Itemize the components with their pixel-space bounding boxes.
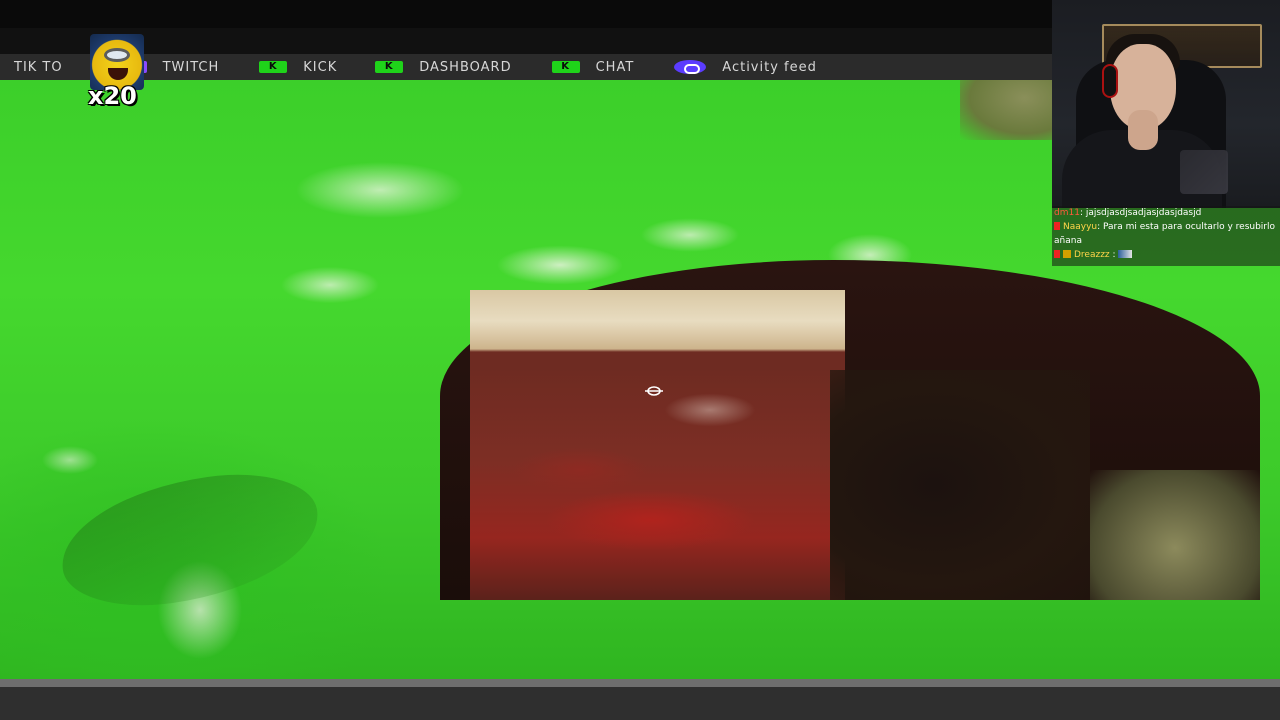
headset-icon [1102, 64, 1118, 98]
nav-item-tiktok[interactable]: TIK TO [14, 54, 63, 80]
nav-item-dashboard[interactable]: DASHBOARD [375, 54, 511, 80]
player-progress-bar[interactable] [0, 679, 1280, 687]
stream-nav-bar: TIK TO TWITCH KICK DASHBOARD CHAT Activi… [0, 54, 1052, 80]
emote-mouth [108, 68, 128, 80]
nav-item-label: CHAT [595, 59, 635, 75]
kick-icon [259, 61, 288, 73]
chat-overlay: dm11: jajsdjasdjsadjasjdasjdasjd Naayyu:… [1052, 206, 1280, 266]
chat-username: Naayyu [1063, 222, 1098, 232]
chat-text: : jajsdjasdjsadjasjdasjdasjd [1079, 208, 1202, 218]
kick-icon [375, 61, 404, 73]
webcam-overlay [1052, 0, 1280, 208]
game-foliage [52, 462, 328, 618]
emote-sticker: x20 [86, 34, 144, 110]
game-block [470, 290, 845, 600]
nav-item-label: DASHBOARD [419, 59, 512, 75]
emote-eye [104, 48, 130, 62]
nav-item-kick[interactable]: KICK [259, 54, 337, 80]
player-control-bar [0, 687, 1280, 720]
chat-text: añana [1054, 236, 1082, 246]
nav-item-label: TWITCH [162, 59, 220, 75]
crosshair-icon [645, 386, 663, 396]
nav-item-label: KICK [303, 59, 338, 75]
chat-message: dm11: jajsdjasdjsadjasjdasjdasjd [1054, 206, 1278, 220]
webcam-person-hand [1128, 110, 1158, 150]
subscriber-badge-icon [1063, 250, 1071, 258]
activity-icon [674, 60, 707, 74]
nav-item-label: Activity feed [722, 59, 817, 75]
game-rubble [1090, 470, 1260, 600]
chat-emote-icon [1118, 250, 1133, 258]
hoodie-logo [1180, 150, 1228, 194]
moderator-badge-icon [1054, 222, 1060, 230]
nav-item-label: TIK TO [14, 59, 63, 75]
game-terrain [960, 80, 1052, 140]
chat-text: : [1109, 250, 1116, 260]
emote-count: x20 [88, 82, 137, 110]
chat-message: Dreazzz : [1054, 248, 1278, 262]
nav-item-chat[interactable]: CHAT [551, 54, 635, 80]
chat-text: : Para mi esta para ocultarlo y resubirl… [1097, 222, 1276, 232]
chat-message-continued: añana [1054, 234, 1278, 248]
chat-message: Naayyu: Para mi esta para ocultarlo y re… [1054, 220, 1278, 234]
game-shadow [830, 370, 1090, 600]
nav-item-activity-feed[interactable]: Activity feed [674, 54, 817, 80]
stream-screen: TIK TO TWITCH KICK DASHBOARD CHAT Activi… [0, 0, 1280, 720]
moderator-badge-icon [1054, 250, 1060, 258]
kick-icon [551, 61, 580, 73]
chat-username: Dreazzz [1074, 250, 1110, 260]
chat-username: dm11 [1054, 208, 1080, 218]
